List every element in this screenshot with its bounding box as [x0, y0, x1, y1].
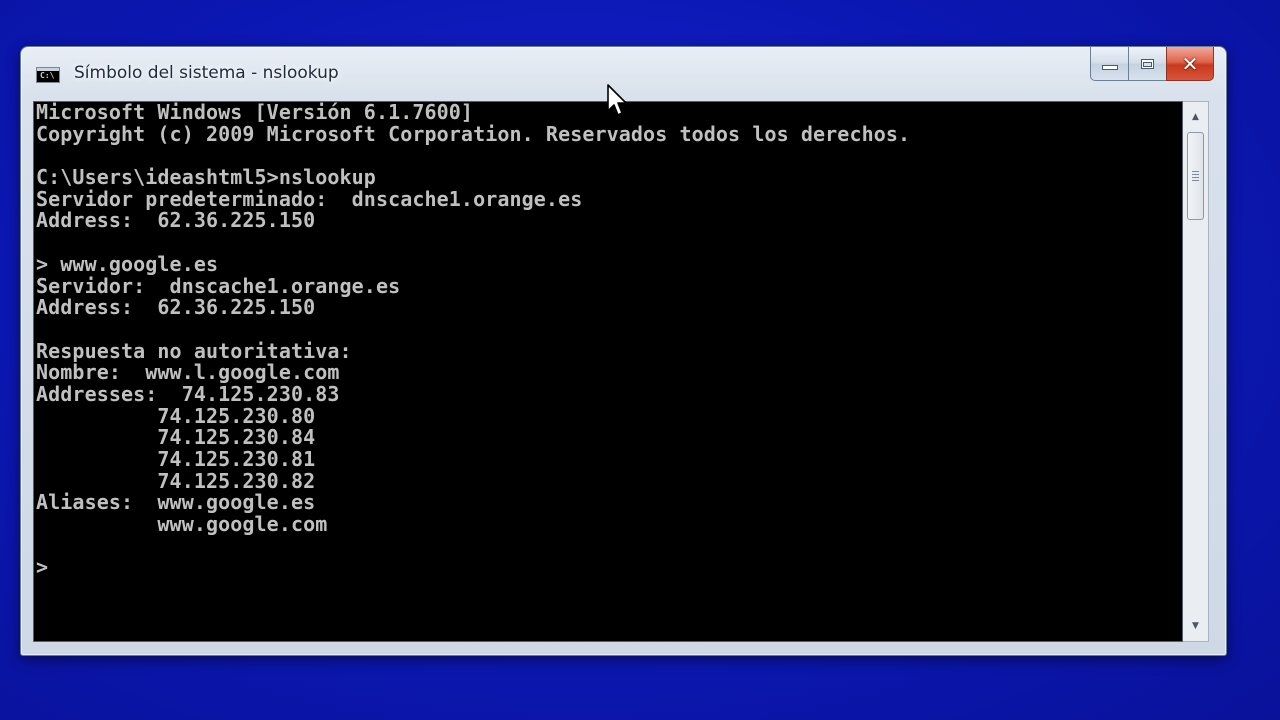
close-button[interactable]: ✕	[1166, 47, 1214, 81]
console-line: Servidor predeterminado: dnscache1.orang…	[36, 186, 583, 211]
close-icon: ✕	[1181, 51, 1199, 76]
window-title: Símbolo del sistema - nslookup	[74, 63, 339, 83]
vertical-scrollbar[interactable]: ▲ ▼	[1183, 101, 1209, 642]
console-line: www.google.com	[36, 512, 328, 537]
console-line: Aliases: www.google.es	[36, 490, 316, 515]
console-lines: Microsoft Windows [Versión 6.1.7600] Copy…	[36, 102, 910, 579]
grip-line	[1192, 177, 1199, 178]
console-line: 74.125.230.84	[36, 425, 316, 450]
console-line: 74.125.230.81	[36, 447, 316, 471]
console-line: Nombre: www.l.google.com	[36, 360, 340, 385]
console-output[interactable]: Microsoft Windows [Versión 6.1.7600] Copy…	[33, 101, 1183, 642]
maximize-icon	[1141, 58, 1154, 69]
scroll-down-icon[interactable]: ▼	[1183, 615, 1208, 637]
command-prompt-window[interactable]: C:\ Símbolo del sistema - nslookup ✕ Mic…	[20, 46, 1227, 656]
mouse-pointer-icon	[607, 84, 627, 116]
console-line: Microsoft Windows [Versión 6.1.7600]	[36, 101, 474, 124]
scroll-up-icon[interactable]: ▲	[1183, 106, 1208, 128]
console-line: C:\Users\ideashtml5>nslookup	[36, 165, 376, 190]
minimize-button[interactable]	[1090, 47, 1128, 81]
console-line: Servidor: dnscache1.orange.es	[36, 273, 401, 298]
console-line: Copyright (c) 2009 Microsoft Corporation…	[36, 121, 911, 146]
console-line: Respuesta no autoritativa:	[36, 338, 352, 363]
console-line: Address: 62.36.225.150	[36, 295, 316, 320]
maximize-button[interactable]	[1128, 47, 1166, 81]
caption-buttons: ✕	[1090, 47, 1214, 81]
console-line: 74.125.230.82	[36, 468, 316, 493]
grip-line	[1192, 174, 1199, 175]
scroll-thumb[interactable]	[1187, 132, 1204, 220]
console-line: Addresses: 74.125.230.83	[36, 381, 340, 406]
console-line: 74.125.230.80	[36, 403, 316, 428]
minimize-icon	[1101, 65, 1118, 70]
grip-line	[1192, 180, 1199, 181]
console-line: >	[36, 555, 49, 580]
grip-line	[1192, 171, 1199, 172]
console-line: > www.google.es	[36, 251, 219, 276]
console-line: Address: 62.36.225.150	[36, 208, 316, 233]
console-icon[interactable]: C:\	[36, 67, 60, 83]
console-icon-label: C:\	[40, 71, 55, 80]
